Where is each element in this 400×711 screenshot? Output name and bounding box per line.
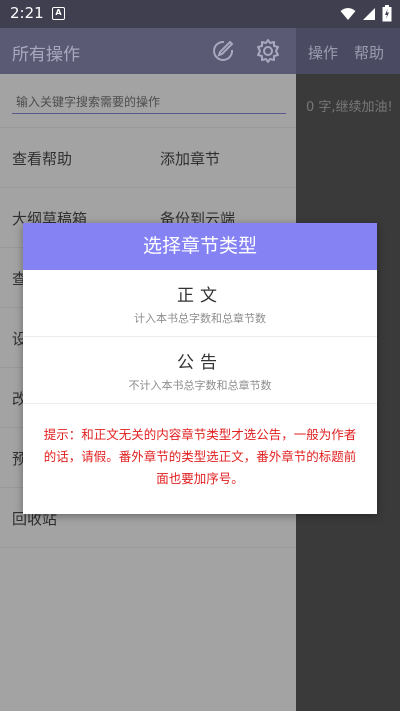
background-app-header: 操作 帮助 <box>296 28 400 74</box>
menu-row: 查看帮助 添加章节 <box>0 128 296 188</box>
option-main-text[interactable]: 正文 计入本书总字数和总章节数 <box>23 270 377 337</box>
chapter-type-dialog: 选择章节类型 正文 计入本书总字数和总章节数 公告 不计入本书总字数和总章节数 … <box>23 223 377 514</box>
edit-icon[interactable] <box>210 38 236 64</box>
action-help-button[interactable]: 帮助 <box>354 42 384 63</box>
drawer-title: 所有操作 <box>12 45 80 65</box>
menu-item-view-help[interactable]: 查看帮助 <box>12 148 72 169</box>
search-input[interactable] <box>12 90 286 114</box>
dialog-title: 选择章节类型 <box>23 223 377 270</box>
status-time: 2:21 <box>10 4 44 22</box>
status-bar: 2:21 A <box>0 0 400 28</box>
search-area <box>0 74 296 128</box>
action-operate-button[interactable]: 操作 <box>308 42 338 63</box>
menu-item-add-chapter[interactable]: 添加章节 <box>160 148 220 169</box>
option-title: 正文 <box>177 286 223 306</box>
wifi-icon <box>340 7 356 20</box>
option-subtitle: 不计入本书总字数和总章节数 <box>128 379 272 392</box>
option-announcement[interactable]: 公告 不计入本书总字数和总章节数 <box>23 337 377 404</box>
signal-icon <box>363 7 375 20</box>
drawer-header: 所有操作 <box>0 28 296 74</box>
notification-icon: A <box>52 7 65 20</box>
word-count-message: 0 字,继续加油! <box>306 100 393 115</box>
battery-icon <box>382 5 392 22</box>
option-title: 公告 <box>177 353 223 373</box>
gear-icon[interactable] <box>255 38 281 64</box>
option-subtitle: 计入本书总字数和总章节数 <box>134 312 266 325</box>
dialog-tip: 提示：和正文无关的内容章节类型才选公告，一般为作者的话，请假。番外章节的类型选正… <box>43 427 357 486</box>
status-icons <box>340 5 392 22</box>
